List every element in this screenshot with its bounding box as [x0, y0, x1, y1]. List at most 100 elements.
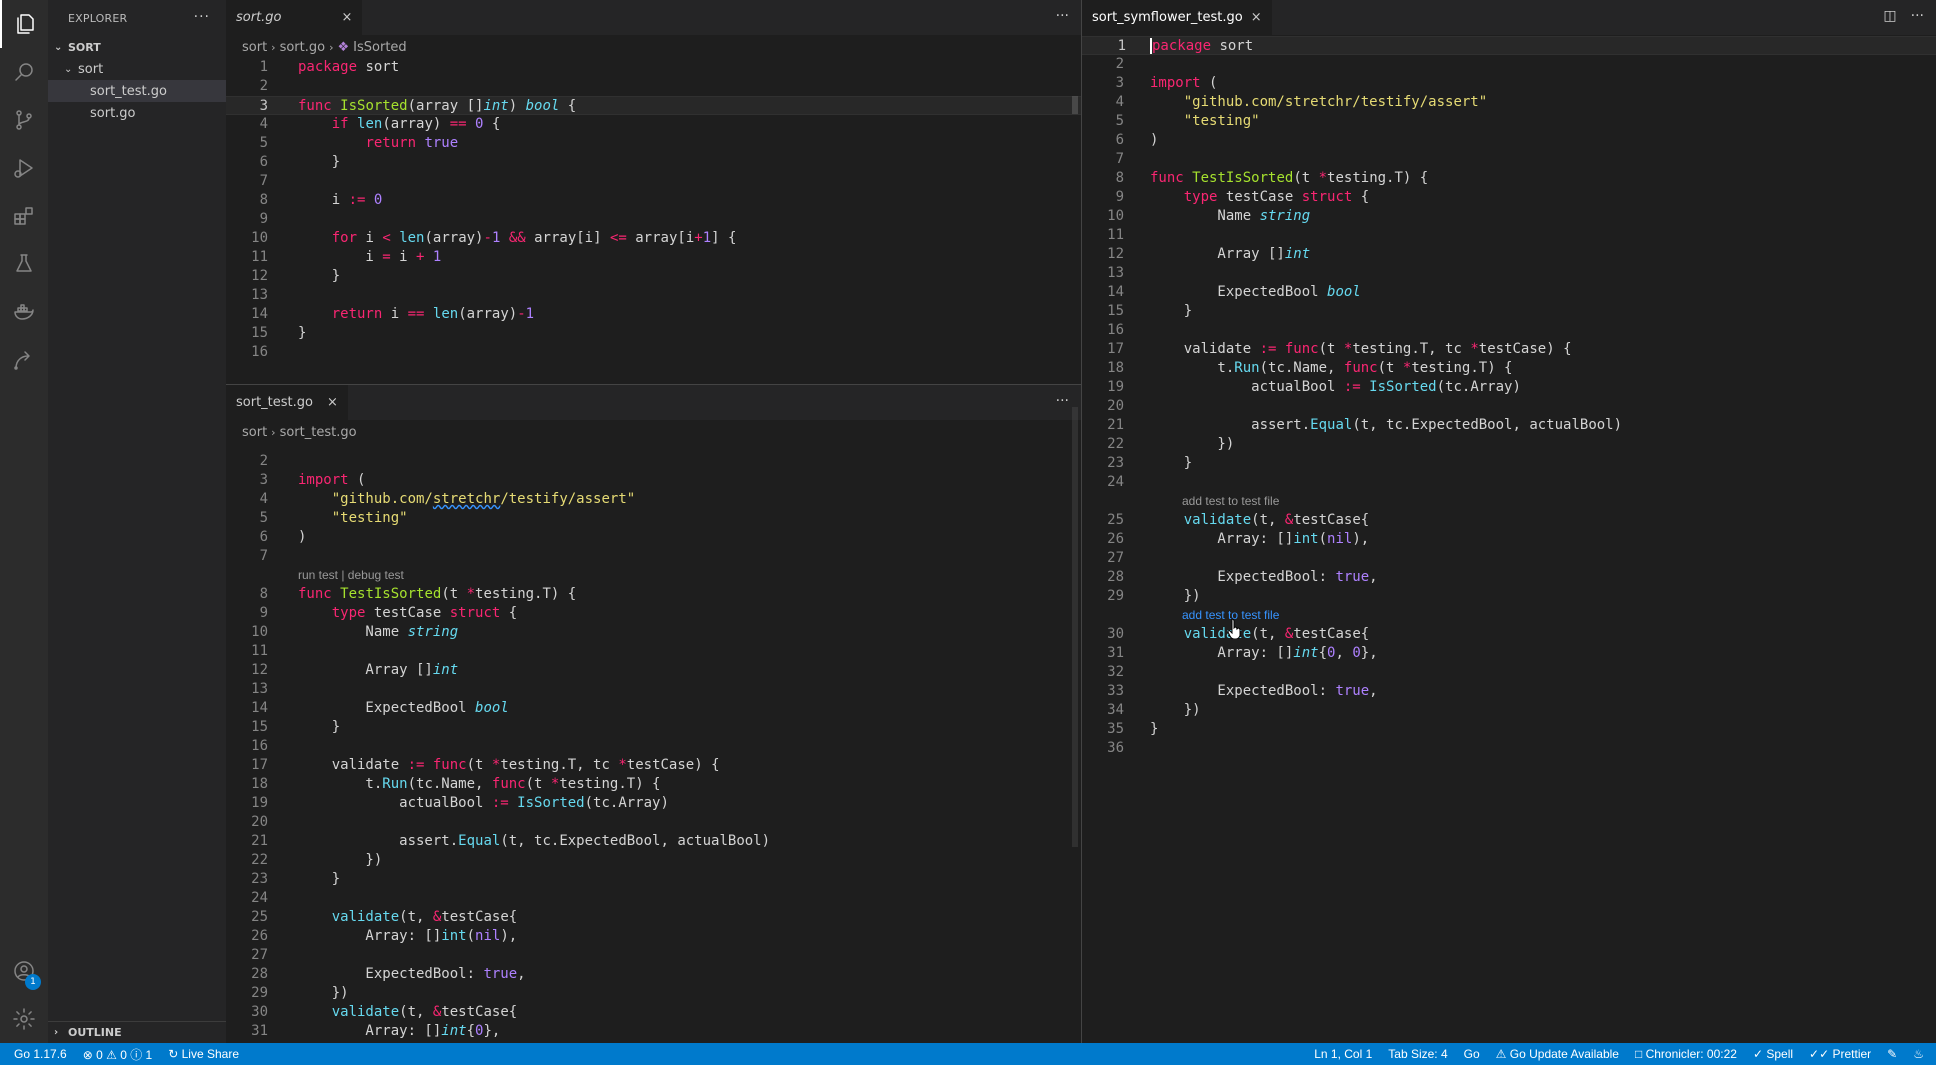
line-number: 26 [251, 928, 268, 944]
more-actions-icon[interactable]: ··· [1056, 8, 1069, 24]
outline-section[interactable]: › OUTLINE [48, 1021, 226, 1043]
go-update-button[interactable]: ⚠ Go Update Available [1488, 1047, 1627, 1061]
spell-button[interactable]: ✓ Spell [1745, 1047, 1801, 1061]
extensions-icon[interactable] [0, 192, 48, 240]
line-number: 34 [1107, 702, 1124, 718]
language-mode[interactable]: Go [1456, 1047, 1488, 1061]
code-line: 2 [1082, 55, 1936, 74]
breadcrumb-item[interactable]: sort.go [280, 40, 326, 55]
code-line: 21 assert.Equal(t, tc.ExpectedBool, actu… [1082, 416, 1936, 435]
code-line: 14 return i == len(array)-1 [226, 305, 1081, 324]
code-line: 33 ExpectedBool: true, [1082, 682, 1936, 701]
code-line: 27 [226, 946, 1081, 965]
code-view[interactable]: 1 package sort 2 3 func IsSorted(array []i… [226, 58, 1081, 362]
line-number: 11 [1107, 227, 1124, 243]
code-line: 19 actualBool := IsSorted(tc.Array) [226, 794, 1081, 813]
line-number: 14 [251, 306, 268, 322]
line-number: 23 [1107, 455, 1124, 471]
remote-icon[interactable] [0, 336, 48, 384]
scrollbar[interactable] [1072, 96, 1078, 114]
line-number: 17 [1107, 341, 1124, 357]
line-number: 21 [1107, 417, 1124, 433]
files-icon[interactable] [0, 0, 48, 48]
line-number: 11 [251, 249, 268, 265]
go-version[interactable]: Go 1.17.6 [0, 1047, 75, 1061]
code-text: ExpectedBool: true, [1150, 569, 1378, 585]
codelens-add-test[interactable]: add test to test file [1082, 492, 1936, 511]
close-icon[interactable]: × [342, 10, 353, 25]
explorer-more-icon[interactable]: ··· [194, 9, 210, 25]
code-line: 31 Array: []int{0, 0}, [1082, 644, 1936, 663]
breadcrumb-item[interactable]: IsSorted [353, 40, 407, 55]
run-debug-icon[interactable] [0, 144, 48, 192]
file-item-sort[interactable]: sort.go [48, 102, 226, 124]
folder-item[interactable]: ⌄ sort [48, 58, 226, 80]
outline-label: OUTLINE [68, 1026, 122, 1039]
line-number: 24 [251, 890, 268, 906]
source-control-icon[interactable] [0, 96, 48, 144]
double-check-icon: ✓✓ [1809, 1047, 1833, 1061]
account-icon[interactable]: 1 [0, 947, 48, 995]
line-number: 9 [1115, 189, 1124, 205]
code-text: validate(t, &testCase{ [1183, 512, 1370, 528]
prettier-button[interactable]: ✓✓ Prettier [1801, 1047, 1879, 1061]
code-text: "testing" [1183, 113, 1260, 129]
split-editor-icon[interactable]: ◫ [1883, 8, 1896, 24]
chevron-right-icon: › [271, 425, 276, 439]
code-line: 22 }) [226, 851, 1081, 870]
code-line: 13 [226, 680, 1081, 699]
workspace-section[interactable]: ⌄ SORT [48, 36, 226, 58]
scrollbar[interactable] [1072, 407, 1078, 847]
editor-group-sort-test: sort_test.go × ··· sort › sort_test.go 2… [226, 385, 1081, 1043]
code-line: 9 type testCase struct { [226, 604, 1081, 623]
line-number: 24 [1107, 474, 1124, 490]
chronicler-button[interactable]: □ Chronicler: 00:22 [1627, 1047, 1745, 1061]
code-text: package sort [1150, 38, 1254, 54]
docker-icon[interactable] [0, 288, 48, 336]
code-text: } [1150, 721, 1159, 737]
close-icon[interactable]: × [327, 395, 338, 410]
code-text: } [298, 325, 307, 341]
code-line: 15 } [1082, 302, 1936, 321]
breadcrumb-item[interactable]: sort [242, 425, 267, 440]
tab-sort-go[interactable]: sort.go × [226, 0, 363, 35]
settings-gear-icon[interactable] [0, 995, 48, 1043]
more-actions-icon[interactable]: ··· [1056, 393, 1069, 409]
file-item-sort-test[interactable]: sort_test.go [48, 80, 226, 102]
symbol-method-icon: ❖ [337, 39, 350, 55]
tab-sort-test[interactable]: sort_test.go × [226, 385, 348, 420]
line-number: 13 [1107, 265, 1124, 281]
code-text: Array: []int(nil), [298, 928, 518, 944]
tab-sort-symflower-test[interactable]: sort_symflower_test.go × [1082, 0, 1272, 35]
line-number: 8 [259, 192, 268, 208]
more-actions-icon[interactable]: ··· [1911, 8, 1924, 24]
code-line: 26 Array: []int(nil), [226, 927, 1081, 946]
close-icon[interactable]: × [1251, 10, 1262, 25]
code-text: Array []int [298, 662, 459, 678]
code-text: import ( [298, 472, 366, 488]
codelens-run-debug[interactable]: run test | debug test [226, 566, 1081, 585]
code-view[interactable]: 2 3 import ( 4 "github.com/stretchr/testi… [226, 452, 1081, 1041]
code-line: 5 "testing" [226, 509, 1081, 528]
codelens-add-test[interactable]: add test to test file [1082, 606, 1936, 625]
problems-indicator[interactable]: ⊗ 0 ⚠ 0 ⓘ 1 [75, 1046, 161, 1063]
tab-size[interactable]: Tab Size: 4 [1380, 1047, 1455, 1061]
search-icon[interactable] [0, 48, 48, 96]
feedback-icon[interactable]: ✎ [1879, 1047, 1905, 1061]
code-line: 10 Name string [1082, 207, 1936, 226]
code-line: 24 [1082, 473, 1936, 492]
breadcrumb-item[interactable]: sort [242, 40, 267, 55]
line-number: 8 [1115, 170, 1124, 186]
cursor-position[interactable]: Ln 1, Col 1 [1306, 1047, 1380, 1061]
code-text: Array: []int{0}, [298, 1023, 501, 1039]
code-text: import ( [1150, 75, 1218, 91]
live-share-button[interactable]: ↻ Live Share [160, 1047, 247, 1061]
notifications-bell-icon[interactable]: ♨ [1905, 1047, 1936, 1061]
line-number: 15 [251, 719, 268, 735]
line-number: 26 [1107, 531, 1124, 547]
go-update-label: Go Update Available [1509, 1047, 1619, 1061]
breadcrumb-item[interactable]: sort_test.go [280, 425, 357, 440]
code-view[interactable]: 1 package sort 2 3 import ( 4 "github.com/… [1082, 36, 1936, 758]
testing-icon[interactable] [0, 240, 48, 288]
line-number: 5 [259, 510, 268, 526]
